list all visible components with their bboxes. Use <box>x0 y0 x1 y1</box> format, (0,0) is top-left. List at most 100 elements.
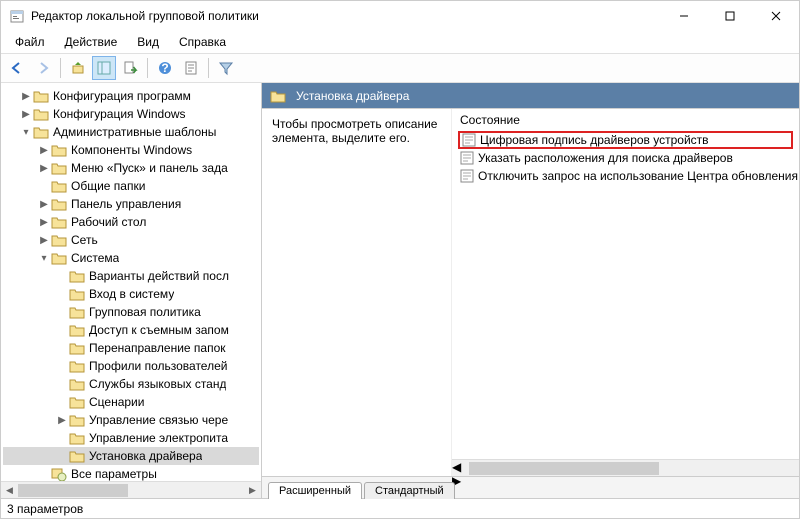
chevron-right-icon[interactable]: ▶ <box>19 109 33 120</box>
app-icon <box>9 8 25 24</box>
folder-icon <box>69 287 85 301</box>
tree-item[interactable]: ▶Рабочий стол <box>3 213 259 231</box>
status-text: 3 параметров <box>7 502 83 516</box>
menu-help[interactable]: Справка <box>171 33 234 51</box>
show-hide-tree-button[interactable] <box>92 56 116 80</box>
chevron-down-icon[interactable]: ▾ <box>19 127 33 138</box>
tree-item[interactable]: ▶Конфигурация программ <box>3 87 259 105</box>
forward-button[interactable] <box>31 56 55 80</box>
menu-view[interactable]: Вид <box>129 33 167 51</box>
folder-icon <box>270 89 286 103</box>
tree-item-selected[interactable]: Установка драйвера <box>3 447 259 465</box>
folder-icon <box>51 215 67 229</box>
detail-pane: Установка драйвера Чтобы просмотреть опи… <box>262 83 799 498</box>
description-panel: Чтобы просмотреть описание элемента, выд… <box>262 109 452 476</box>
list-panel: Состояние Цифровая подпись драйверов уст… <box>452 109 799 476</box>
tree-item[interactable]: Вход в систему <box>3 285 259 303</box>
folder-icon <box>51 143 67 157</box>
folder-icon <box>69 341 85 355</box>
detail-header-title: Установка драйвера <box>296 89 409 103</box>
description-text: Чтобы просмотреть описание элемента, выд… <box>272 117 437 145</box>
tab-extended[interactable]: Расширенный <box>268 482 362 499</box>
folder-icon <box>51 197 67 211</box>
tree-pane: ▶Конфигурация программ ▶Конфигурация Win… <box>1 83 262 498</box>
setting-icon <box>460 151 474 165</box>
settings-list[interactable]: Цифровая подпись драйверов устройств Ука… <box>452 131 799 459</box>
list-item-label: Цифровая подпись драйверов устройств <box>480 133 709 147</box>
chevron-down-icon[interactable]: ▾ <box>37 253 51 264</box>
scroll-left-icon[interactable]: ◀ <box>1 482 18 498</box>
folder-icon <box>69 449 85 463</box>
tree-item[interactable]: Общие папки <box>3 177 259 195</box>
folder-icon <box>33 125 49 139</box>
maximize-button[interactable] <box>707 1 753 31</box>
tab-standard[interactable]: Стандартный <box>364 482 455 499</box>
tree-item[interactable]: ▶Панель управления <box>3 195 259 213</box>
tree[interactable]: ▶Конфигурация программ ▶Конфигурация Win… <box>1 83 261 481</box>
svg-text:?: ? <box>161 61 168 75</box>
main-area: ▶Конфигурация программ ▶Конфигурация Win… <box>1 83 799 498</box>
tree-item[interactable]: Службы языковых станд <box>3 375 259 393</box>
folder-icon <box>33 89 49 103</box>
chevron-right-icon[interactable]: ▶ <box>19 91 33 102</box>
folder-icon <box>69 413 85 427</box>
help-button[interactable]: ? <box>153 56 177 80</box>
setting-icon <box>460 169 474 183</box>
folder-icon <box>69 377 85 391</box>
list-item[interactable]: Указать расположения для поиска драйверо… <box>458 149 793 167</box>
tree-item[interactable]: Профили пользователей <box>3 357 259 375</box>
scrollbar-thumb[interactable] <box>18 484 128 497</box>
minimize-button[interactable] <box>661 1 707 31</box>
window-titlebar: Редактор локальной групповой политики <box>1 1 799 31</box>
tree-item[interactable]: Управление электропита <box>3 429 259 447</box>
scroll-right-icon[interactable]: ▶ <box>244 482 261 498</box>
folder-icon <box>51 161 67 175</box>
chevron-right-icon[interactable]: ▶ <box>37 235 51 246</box>
tree-item[interactable]: Доступ к съемным запом <box>3 321 259 339</box>
tree-item[interactable]: Перенаправление папок <box>3 339 259 357</box>
scrollbar-thumb[interactable] <box>469 462 659 475</box>
properties-button[interactable] <box>179 56 203 80</box>
menubar: Файл Действие Вид Справка <box>1 31 799 53</box>
tree-item[interactable]: ▶Конфигурация Windows <box>3 105 259 123</box>
all-settings-icon <box>51 467 67 481</box>
list-item-label: Отключить запрос на использование Центра… <box>478 169 798 183</box>
export-button[interactable] <box>118 56 142 80</box>
menu-file[interactable]: Файл <box>7 33 53 51</box>
list-item[interactable]: Отключить запрос на использование Центра… <box>458 167 793 185</box>
statusbar: 3 параметров <box>1 498 799 518</box>
chevron-right-icon[interactable]: ▶ <box>55 415 69 426</box>
tree-horizontal-scrollbar[interactable]: ◀ ▶ <box>1 481 261 498</box>
up-button[interactable] <box>66 56 90 80</box>
folder-icon <box>69 359 85 373</box>
tree-item[interactable]: Варианты действий посл <box>3 267 259 285</box>
folder-icon <box>69 269 85 283</box>
list-item-highlighted[interactable]: Цифровая подпись драйверов устройств <box>458 131 793 149</box>
tree-item[interactable]: ▶Компоненты Windows <box>3 141 259 159</box>
chevron-right-icon[interactable]: ▶ <box>37 163 51 174</box>
tree-item[interactable]: Групповая политика <box>3 303 259 321</box>
folder-icon <box>69 323 85 337</box>
chevron-right-icon[interactable]: ▶ <box>37 199 51 210</box>
scroll-right-icon[interactable]: ▶ <box>452 474 799 488</box>
close-button[interactable] <box>753 1 799 31</box>
tree-item[interactable]: Все параметры <box>3 465 259 481</box>
chevron-right-icon[interactable]: ▶ <box>37 145 51 156</box>
back-button[interactable] <box>5 56 29 80</box>
list-item-label: Указать расположения для поиска драйверо… <box>478 151 733 165</box>
tree-item[interactable]: ▾Административные шаблоны <box>3 123 259 141</box>
setting-icon <box>462 133 476 147</box>
tree-item[interactable]: ▾Система <box>3 249 259 267</box>
toolbar: ? <box>1 53 799 83</box>
tree-item[interactable]: ▶Управление связью чере <box>3 411 259 429</box>
column-header-state[interactable]: Состояние <box>452 109 799 131</box>
folder-icon <box>69 305 85 319</box>
menu-action[interactable]: Действие <box>57 33 126 51</box>
folder-icon <box>69 431 85 445</box>
tree-item[interactable]: Сценарии <box>3 393 259 411</box>
tree-item[interactable]: ▶Меню «Пуск» и панель зада <box>3 159 259 177</box>
chevron-right-icon[interactable]: ▶ <box>37 217 51 228</box>
tree-item[interactable]: ▶Сеть <box>3 231 259 249</box>
list-horizontal-scrollbar[interactable]: ◀ ▶ <box>452 459 799 476</box>
filter-button[interactable] <box>214 56 238 80</box>
